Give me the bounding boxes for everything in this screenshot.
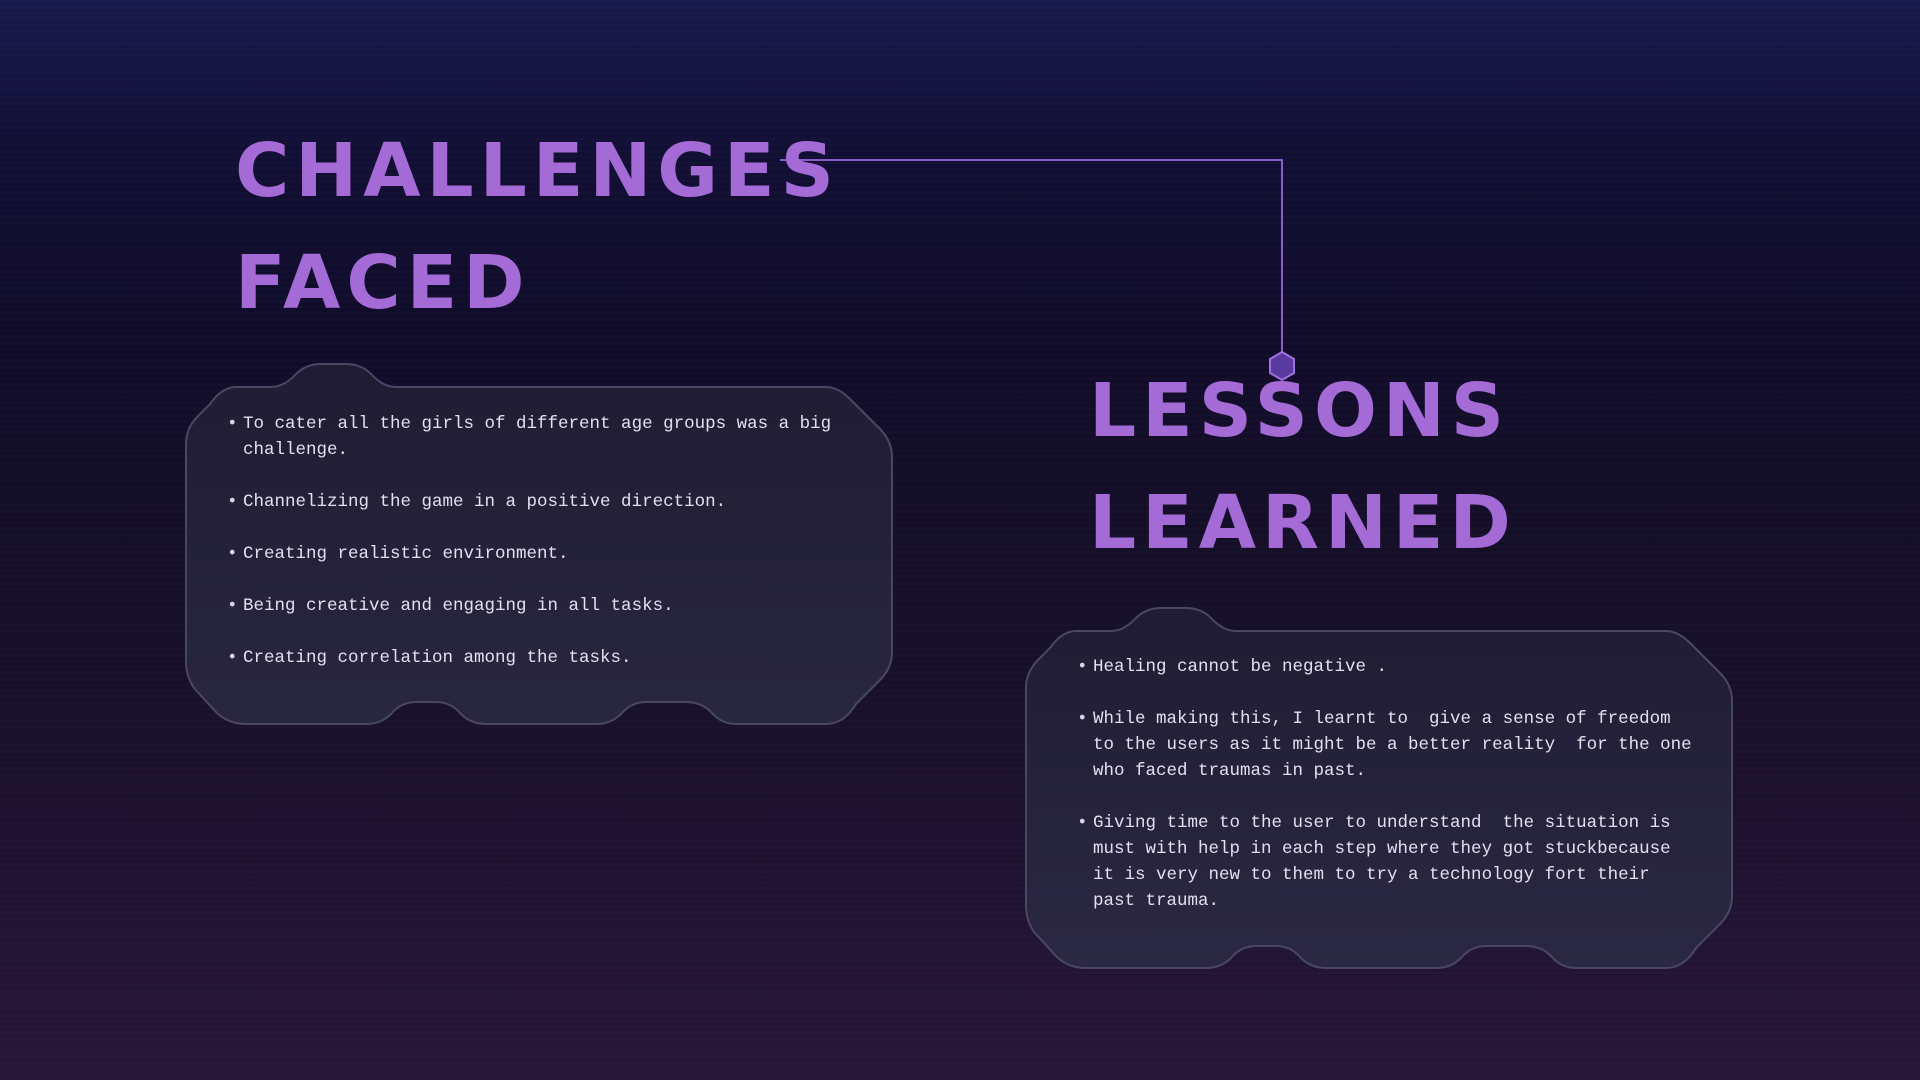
list-item: Creating realistic environment.: [227, 541, 867, 567]
challenges-list: To cater all the girls of different age …: [227, 411, 867, 697]
lessons-title-line1: LESSONS: [1089, 368, 1511, 454]
list-item: While making this, I learnt to give a se…: [1077, 706, 1697, 784]
lessons-title: LESSONS LEARNED: [1089, 355, 1517, 579]
list-item: Being creative and engaging in all tasks…: [227, 593, 867, 619]
lessons-title-line2: LEARNED: [1089, 480, 1517, 566]
challenges-title-line2: FACED: [235, 240, 531, 326]
lessons-panel: Healing cannot be negative . While makin…: [1025, 606, 1733, 972]
challenges-title-line1: CHALLENGES: [235, 128, 840, 214]
list-item: Creating correlation among the tasks.: [227, 645, 867, 671]
challenges-title: CHALLENGES FACED: [235, 115, 840, 339]
list-item: Channelizing the game in a positive dire…: [227, 489, 867, 515]
challenges-panel: To cater all the girls of different age …: [185, 362, 893, 728]
list-item: Giving time to the user to understand th…: [1077, 810, 1697, 914]
lessons-list: Healing cannot be negative . While makin…: [1077, 654, 1697, 940]
list-item: To cater all the girls of different age …: [227, 411, 867, 463]
list-item: Healing cannot be negative .: [1077, 654, 1697, 680]
